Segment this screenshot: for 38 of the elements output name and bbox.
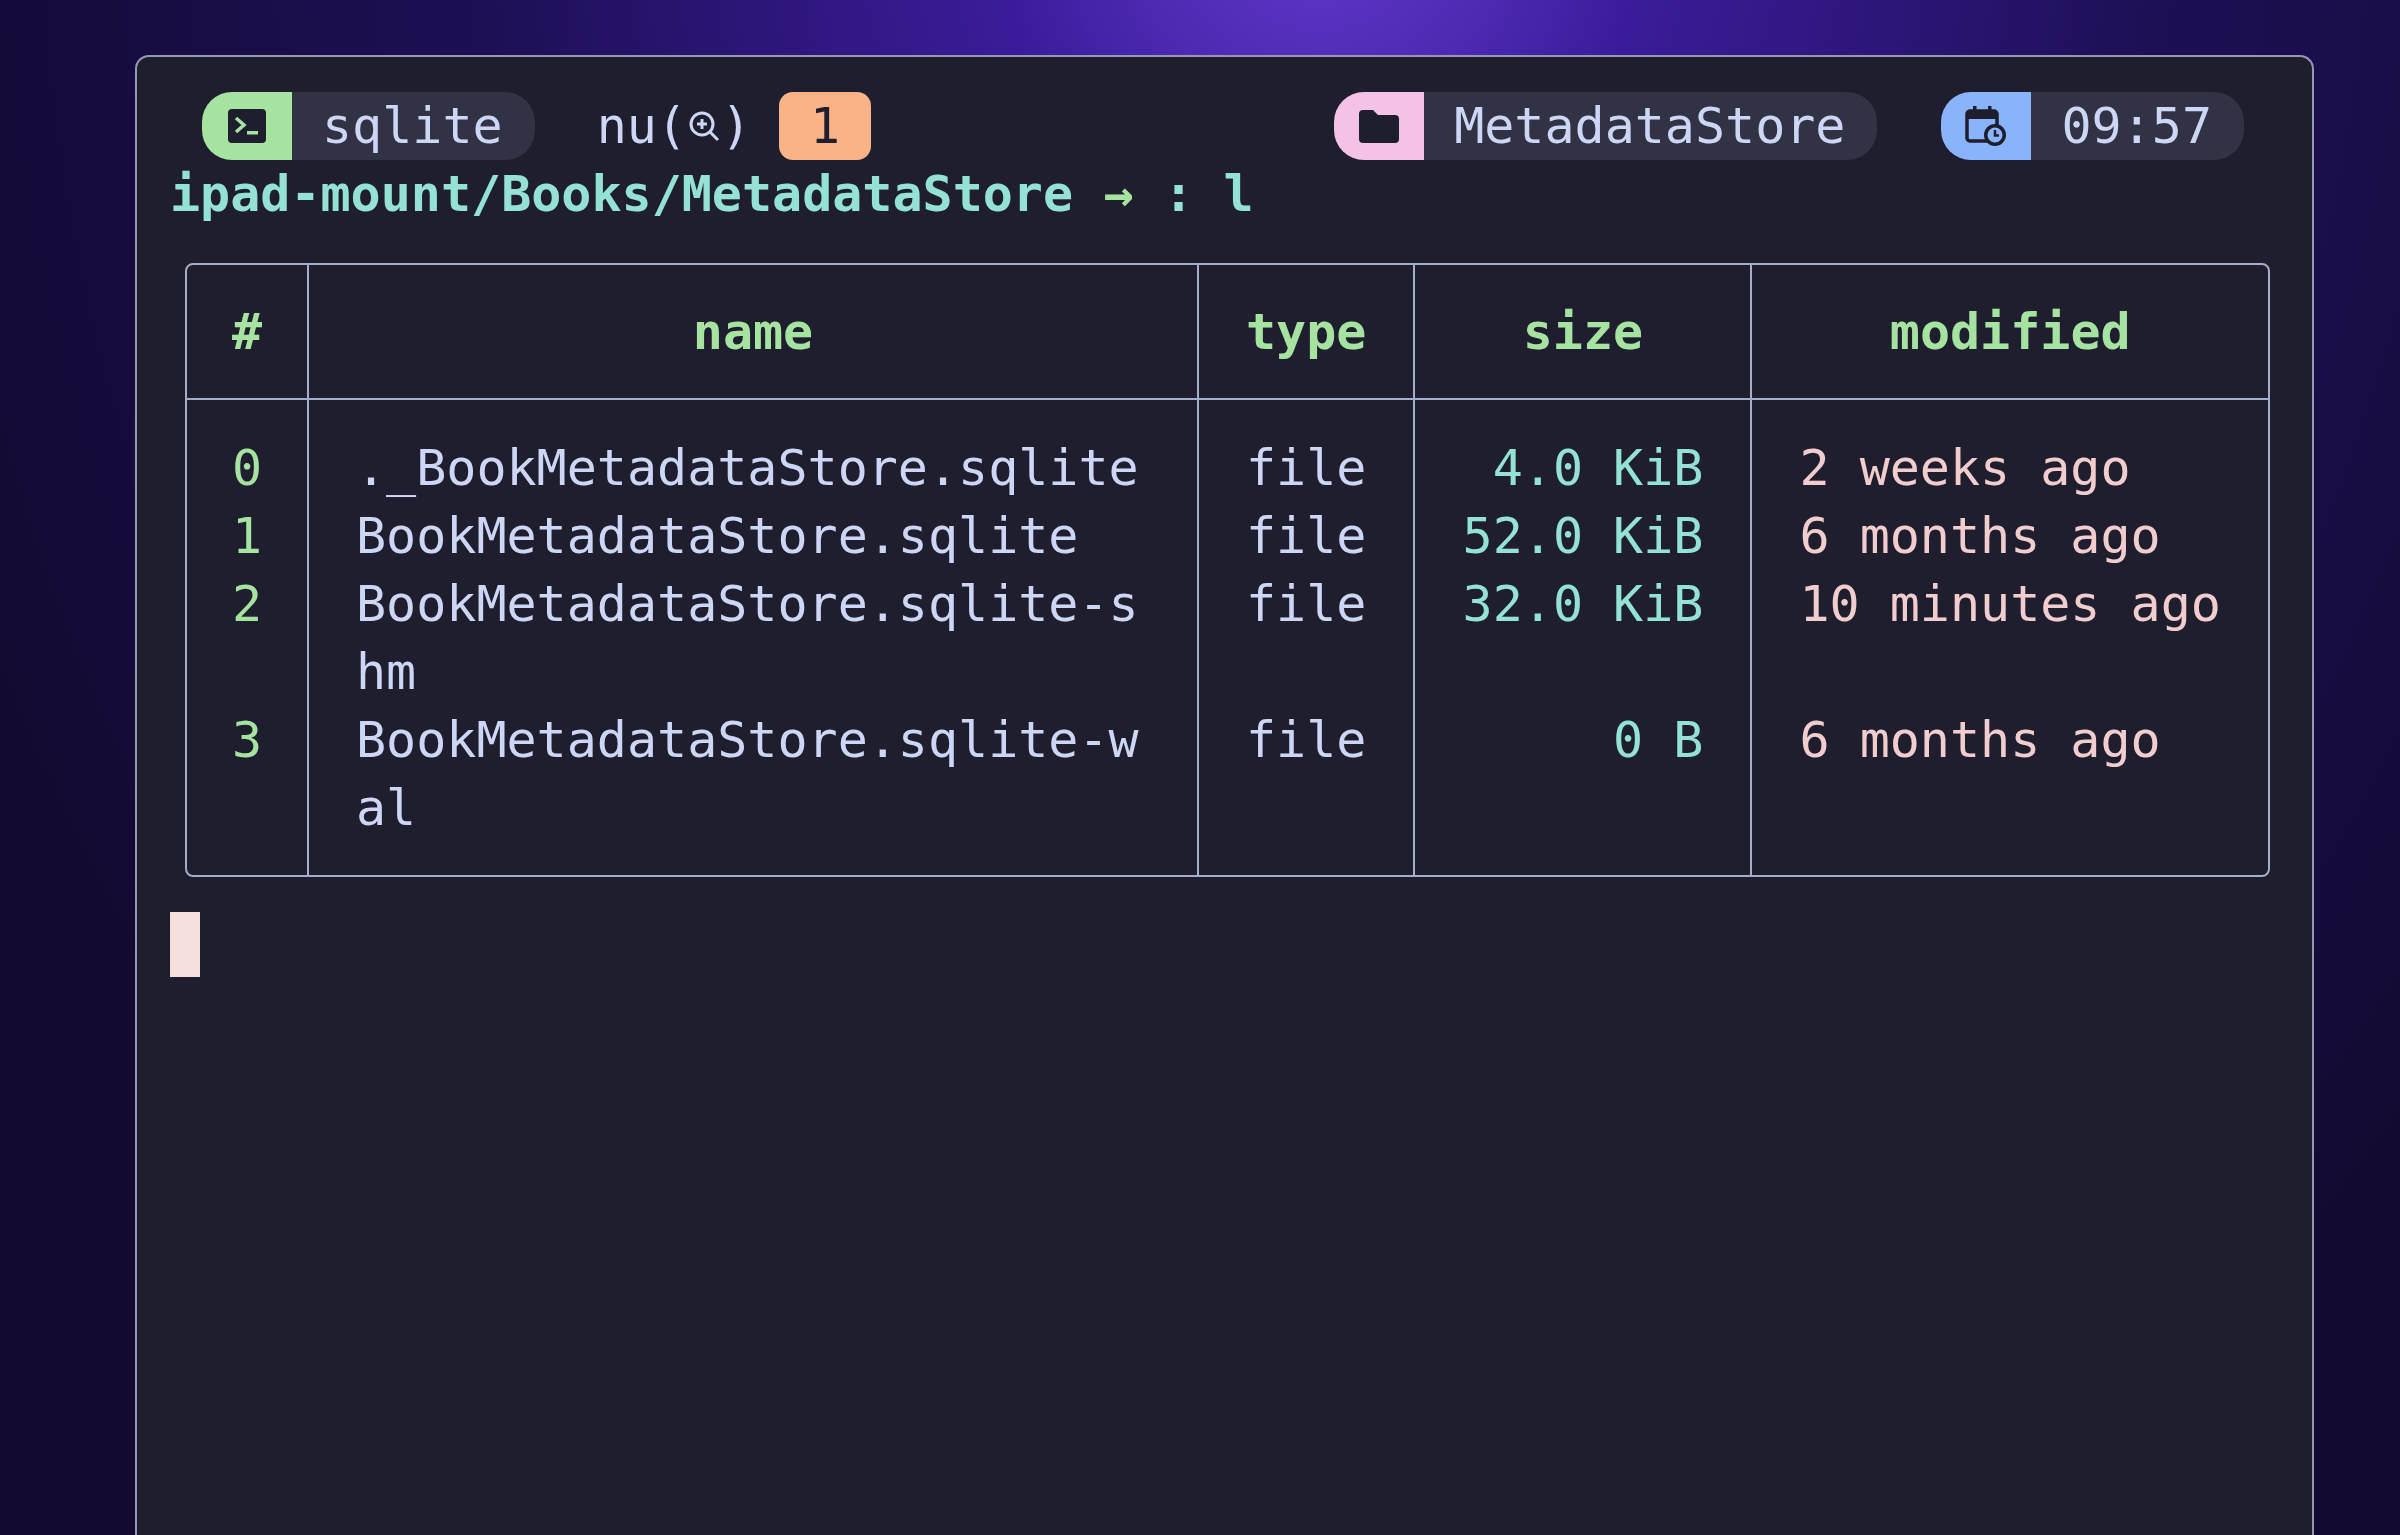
terminal-icon bbox=[227, 108, 267, 144]
count-badge: 1 bbox=[779, 92, 872, 160]
prompt-path: ipad-mount/Books/MetadataStore bbox=[170, 165, 1074, 223]
table-cell: file bbox=[1197, 706, 1414, 875]
table-cell-text: 1 bbox=[230, 506, 264, 567]
table-cell: BookMetadataStore.sqlite-shm bbox=[307, 570, 1197, 706]
table-cell: 2 weeks ago bbox=[1750, 400, 2268, 502]
shell-label: nu( bbox=[596, 97, 687, 155]
table-cell-text: 0 bbox=[230, 438, 264, 499]
table-cell: 6 months ago bbox=[1750, 706, 2268, 875]
table-cell: 0 B bbox=[1413, 706, 1751, 875]
column-header: size bbox=[1413, 265, 1751, 400]
table-cell: file bbox=[1197, 400, 1414, 502]
table-cell-text: 2 bbox=[230, 574, 264, 635]
status-label: sqlite bbox=[292, 92, 535, 160]
table-cell-text: 3 bbox=[230, 710, 264, 771]
table-cell: 4.0 KiB bbox=[1413, 400, 1751, 502]
table-cell: file bbox=[1197, 570, 1414, 706]
column-header: name bbox=[307, 265, 1197, 400]
table-cell: file bbox=[1197, 502, 1414, 570]
folder-icon bbox=[1358, 108, 1401, 144]
table-cell: 52.0 KiB bbox=[1413, 502, 1751, 570]
column-header: type bbox=[1197, 265, 1414, 400]
column-header: modified bbox=[1750, 265, 2268, 400]
column-header: # bbox=[187, 265, 307, 400]
status-label: 09:57 bbox=[2031, 92, 2244, 160]
table-cell: 6 months ago bbox=[1750, 502, 2268, 570]
prompt-arrow: → bbox=[1103, 165, 1134, 223]
prompt-command: : l bbox=[1163, 165, 1254, 223]
shell-label: ) bbox=[720, 97, 752, 155]
table-cell: BookMetadataStore.sqlite bbox=[307, 502, 1197, 570]
table-cell: 32.0 KiB bbox=[1413, 570, 1751, 706]
text-cursor bbox=[170, 912, 200, 977]
table-cell: ._BookMetadataStore.sqlite bbox=[307, 400, 1197, 502]
table-cell: 10 minutes ago bbox=[1750, 570, 2268, 706]
status-label: MetadataStore bbox=[1424, 92, 1878, 160]
calendar-clock-icon bbox=[1964, 104, 2009, 148]
table-cell: BookMetadataStore.sqlite-wal bbox=[307, 706, 1197, 875]
